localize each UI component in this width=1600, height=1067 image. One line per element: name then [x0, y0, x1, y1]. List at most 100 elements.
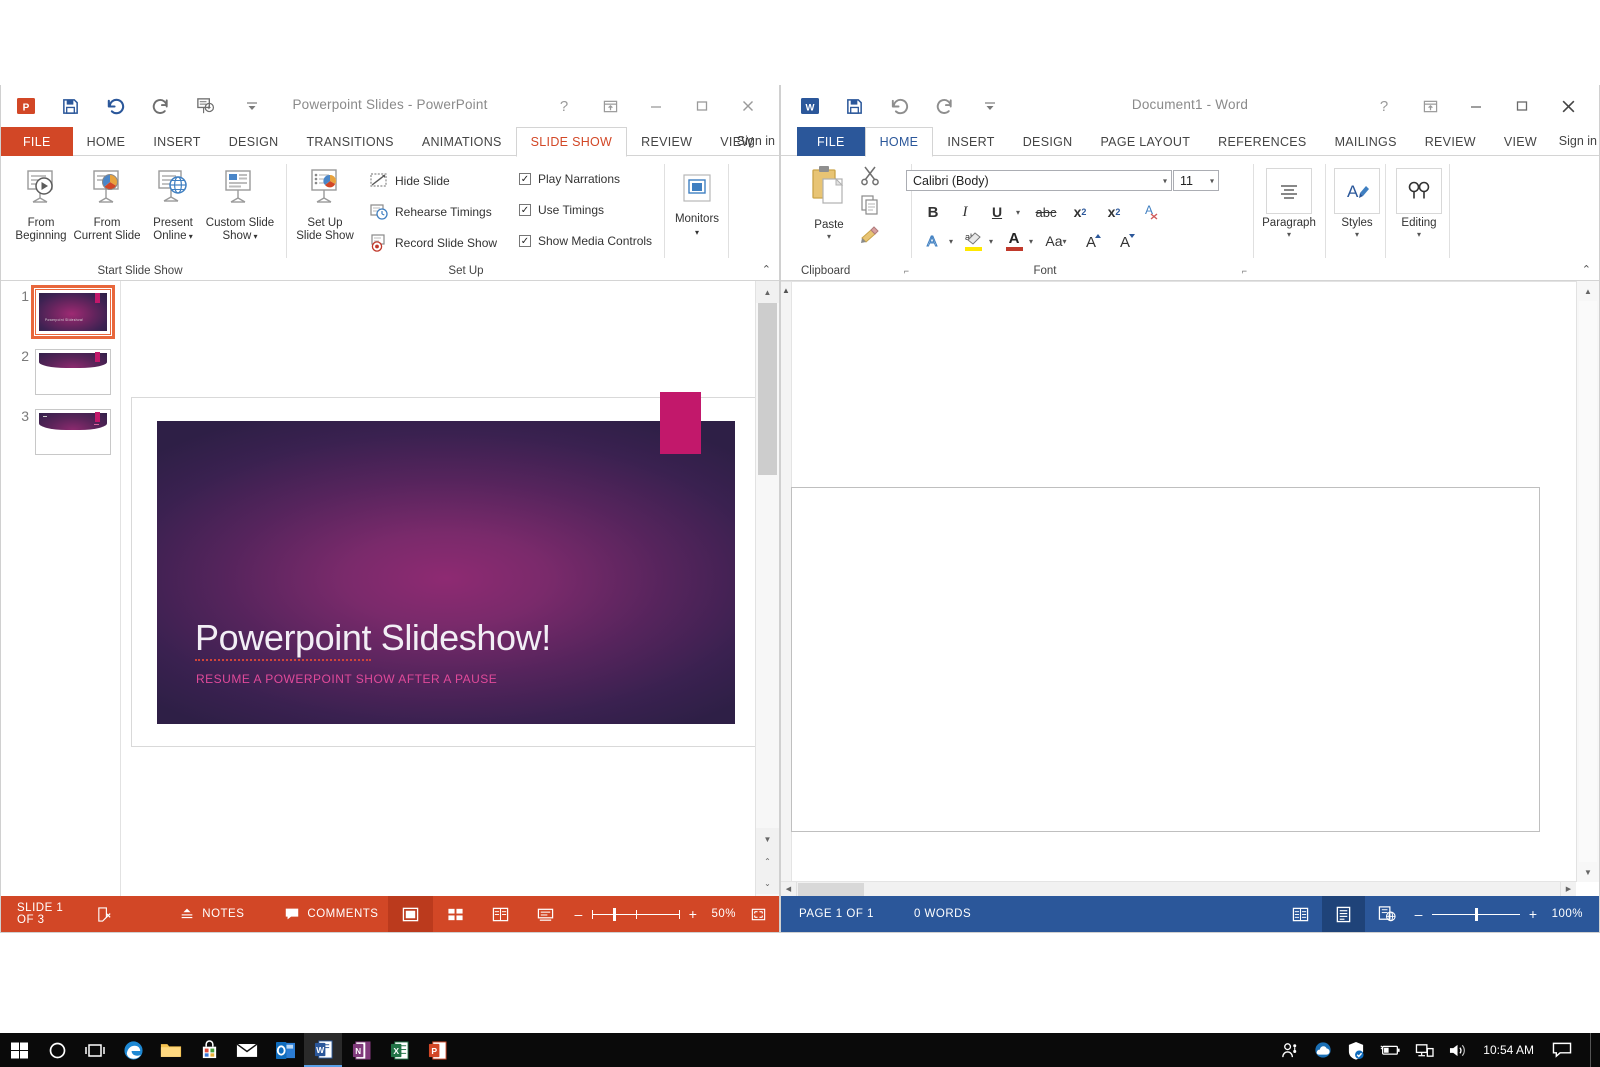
zoom-in-button[interactable]: +: [1529, 906, 1538, 922]
scroll-down-arrow[interactable]: ▼: [756, 828, 779, 850]
next-slide-button[interactable]: ⌄: [756, 872, 779, 894]
editing-caret[interactable]: ▾: [1385, 230, 1453, 239]
zoom-track[interactable]: [1431, 907, 1520, 921]
word-count[interactable]: 0 WORDS: [904, 896, 981, 932]
word-taskbar-icon[interactable]: W: [304, 1033, 342, 1067]
thumbnail-item-2[interactable]: 2: [11, 349, 111, 395]
word-document-area[interactable]: ▲: [781, 281, 1576, 882]
rehearse-timings-button[interactable]: Rehearse Timings: [369, 201, 492, 223]
tab-mailings[interactable]: MAILINGS: [1321, 127, 1411, 156]
zoom-slider[interactable]: – +: [1409, 896, 1544, 932]
word-sign-in[interactable]: Sign in: [1559, 134, 1597, 148]
paragraph-group-button[interactable]: Paragraph ▾: [1255, 168, 1323, 239]
reading-view-button[interactable]: [478, 896, 523, 932]
text-highlight-color-button[interactable]: ab: [961, 229, 987, 253]
format-painter-button[interactable]: [859, 224, 881, 251]
font-size-caret-icon[interactable]: ▾: [1210, 176, 1214, 185]
show-desktop-button[interactable]: [1590, 1033, 1600, 1067]
web-layout-button[interactable]: [1365, 896, 1409, 932]
tab-view[interactable]: VIEW: [1490, 127, 1551, 156]
tab-insert[interactable]: INSERT: [139, 127, 214, 156]
word-horizontal-scrollbar[interactable]: ◀ ▶: [781, 881, 1576, 897]
restore-button[interactable]: [679, 93, 725, 119]
from-beginning-button[interactable]: From Beginning: [7, 162, 75, 243]
zoom-slider[interactable]: – +: [568, 896, 703, 932]
action-center-icon[interactable]: [1546, 1033, 1586, 1067]
cortana-search-icon[interactable]: [38, 1033, 76, 1067]
superscript-button[interactable]: x2: [1101, 200, 1127, 224]
collapse-ribbon-icon[interactable]: ⌃: [762, 263, 771, 276]
file-explorer-icon[interactable]: [152, 1033, 190, 1067]
font-family-caret-icon[interactable]: ▾: [1163, 176, 1167, 185]
paragraph-caret[interactable]: ▾: [1255, 230, 1323, 239]
copy-button[interactable]: [859, 194, 881, 221]
tab-slide-show[interactable]: SLIDE SHOW: [515, 127, 628, 157]
tab-references[interactable]: REFERENCES: [1204, 127, 1320, 156]
record-slide-show-button[interactable]: Record Slide Show ▾: [369, 232, 523, 254]
clipboard-dialog-launcher[interactable]: ⌐: [904, 266, 909, 276]
zoom-handle[interactable]: [612, 907, 616, 921]
styles-caret[interactable]: ▾: [1323, 230, 1391, 239]
hide-slide-button[interactable]: Hide Slide: [369, 170, 450, 192]
read-mode-button[interactable]: [1279, 896, 1322, 932]
excel-taskbar-icon[interactable]: X: [380, 1033, 418, 1067]
comments-button[interactable]: COMMENTS: [274, 896, 388, 932]
tab-home[interactable]: HOME: [864, 127, 934, 157]
scroll-down-arrow[interactable]: ▼: [1577, 862, 1599, 882]
ribbon-display-options-icon[interactable]: [1407, 93, 1453, 119]
tab-transitions[interactable]: TRANSITIONS: [292, 127, 407, 156]
scroll-up-arrow[interactable]: ▲: [1577, 281, 1599, 301]
slide-thumbnail-pane[interactable]: 1 Powerpoint Slideshow! 2 3: [1, 281, 121, 896]
scroll-thumb[interactable]: [758, 303, 777, 475]
thumbnail-item-3[interactable]: 3: [11, 409, 111, 455]
language-proofing-icon[interactable]: [86, 896, 123, 932]
battery-icon[interactable]: [1372, 1033, 1408, 1067]
from-current-slide-button[interactable]: From Current Slide: [73, 162, 141, 243]
slide-counter[interactable]: SLIDE 1 OF 3: [1, 896, 86, 932]
normal-view-button[interactable]: [388, 896, 434, 932]
close-button[interactable]: [1545, 93, 1591, 119]
onenote-taskbar-icon[interactable]: N: [342, 1033, 380, 1067]
help-button[interactable]: ?: [1361, 93, 1407, 119]
thumbnail-preview[interactable]: Powerpoint Slideshow!: [31, 285, 115, 339]
outlook-icon[interactable]: [266, 1033, 304, 1067]
change-case-button[interactable]: Aa ▾: [1041, 229, 1071, 253]
monitors-button[interactable]: Monitors ▾: [663, 166, 731, 239]
tab-file[interactable]: FILE: [797, 127, 865, 156]
paste-caret[interactable]: ▾: [801, 232, 857, 241]
slide-subtitle[interactable]: RESUME A POWERPOINT SHOW AFTER A PAUSE: [196, 672, 497, 686]
fit-slide-to-window-icon[interactable]: [744, 896, 779, 932]
font-family-input[interactable]: Calibri (Body) ▾: [906, 170, 1172, 191]
scroll-right-arrow[interactable]: ▶: [1560, 881, 1576, 897]
volume-icon[interactable]: [1441, 1033, 1475, 1067]
split-arrow-icon[interactable]: ▲: [782, 286, 790, 295]
zoom-in-button[interactable]: +: [689, 906, 698, 922]
powerpoint-taskbar-icon[interactable]: P: [418, 1033, 456, 1067]
highlight-caret-icon[interactable]: ▾: [985, 231, 997, 251]
zoom-level[interactable]: 100%: [1544, 896, 1599, 932]
paste-button[interactable]: Paste ▾: [801, 160, 857, 241]
word-vertical-scrollbar[interactable]: ▲ ▼: [1576, 281, 1599, 882]
present-online-button[interactable]: Present Online ▾: [139, 162, 207, 243]
show-media-controls-checkbox[interactable]: ✓ Show Media Controls: [519, 234, 652, 248]
powerpoint-sign-in[interactable]: Sign in: [737, 134, 775, 148]
close-button[interactable]: [725, 93, 771, 119]
slide-canvas[interactable]: Powerpoint Slideshow! RESUME A POWERPOIN…: [157, 392, 735, 724]
styles-group-button[interactable]: A Styles ▾: [1323, 168, 1391, 239]
underline-caret-icon[interactable]: ▾: [1011, 202, 1025, 222]
notes-button[interactable]: NOTES: [169, 896, 254, 932]
network-icon[interactable]: [1408, 1033, 1441, 1067]
grow-font-button[interactable]: A: [1081, 229, 1107, 253]
restore-button[interactable]: [1499, 93, 1545, 119]
bold-button[interactable]: B: [921, 200, 945, 224]
scroll-up-arrow[interactable]: ▲: [756, 281, 779, 303]
play-narrations-checkbox[interactable]: ✓ Play Narrations: [519, 172, 620, 186]
scroll-thumb[interactable]: [1579, 301, 1597, 862]
font-size-input[interactable]: 11 ▾: [1173, 170, 1219, 191]
security-shield-icon[interactable]: [1340, 1033, 1372, 1067]
zoom-level[interactable]: 50%: [703, 896, 744, 932]
shrink-font-button[interactable]: A: [1115, 229, 1141, 253]
font-dialog-launcher[interactable]: ⌐: [1242, 266, 1247, 276]
set-up-slide-show-button[interactable]: Set Up Slide Show: [291, 162, 359, 243]
slide-vertical-scrollbar[interactable]: ▲ ▼ ⌃ ⌄: [755, 281, 779, 896]
